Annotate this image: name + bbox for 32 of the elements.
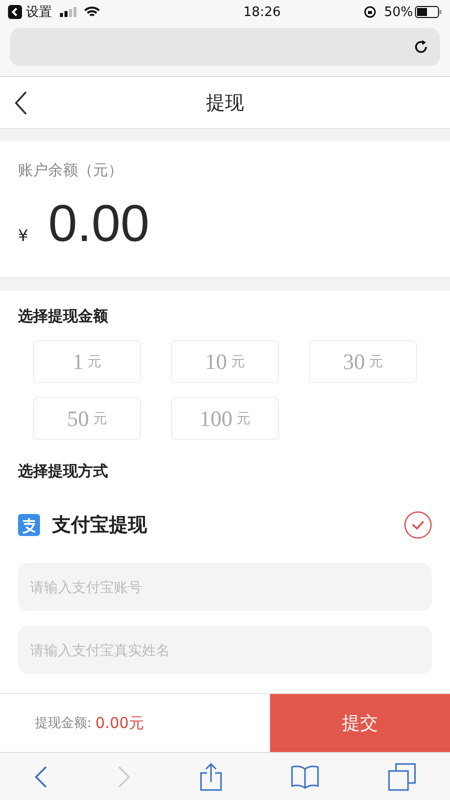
text-input-field[interactable]: 请输入支付宝真实姓名 [18,626,432,674]
section-title: 选择提现金额 [18,307,109,326]
back-button[interactable] [14,91,28,115]
book-icon[interactable] [290,764,319,788]
battery-icon [415,6,442,18]
reload-icon[interactable] [412,38,430,56]
amount-option[interactable]: 50 元 [33,397,141,440]
currency-symbol: ¥ [18,226,28,245]
total-label: 提现金额: [35,715,92,732]
battery-percent: 50% [384,4,413,20]
text-input-field[interactable]: 请输入支付宝账号 [18,563,432,611]
back-app-label[interactable]: 设置 [26,3,52,21]
amount-option[interactable]: 100 元 [171,397,279,440]
balance-amount: 0.00 [48,194,150,254]
method-label[interactable]: 支付宝提现 [52,512,404,538]
amount-option[interactable]: 1 元 [33,340,141,383]
balance-label: 账户余额（元） [18,161,124,180]
submit-button[interactable]: 提交 [270,694,450,752]
total-value: 0.00元 [95,714,144,732]
page-title: 提现 [206,90,244,116]
alipay-icon [18,514,40,536]
amount-option[interactable]: 30 元 [309,340,417,383]
share-icon[interactable] [200,762,222,790]
clock-time: 18:26 [243,4,281,20]
rotation-lock-icon [364,6,376,18]
section-title: 选择提现方式 [18,462,109,481]
back-icon[interactable] [34,766,48,788]
wifi-icon [84,6,100,18]
tabs-icon[interactable] [388,762,416,790]
signal-icon [60,7,78,17]
check-icon[interactable] [404,511,432,539]
amount-option[interactable]: 10 元 [171,340,279,383]
